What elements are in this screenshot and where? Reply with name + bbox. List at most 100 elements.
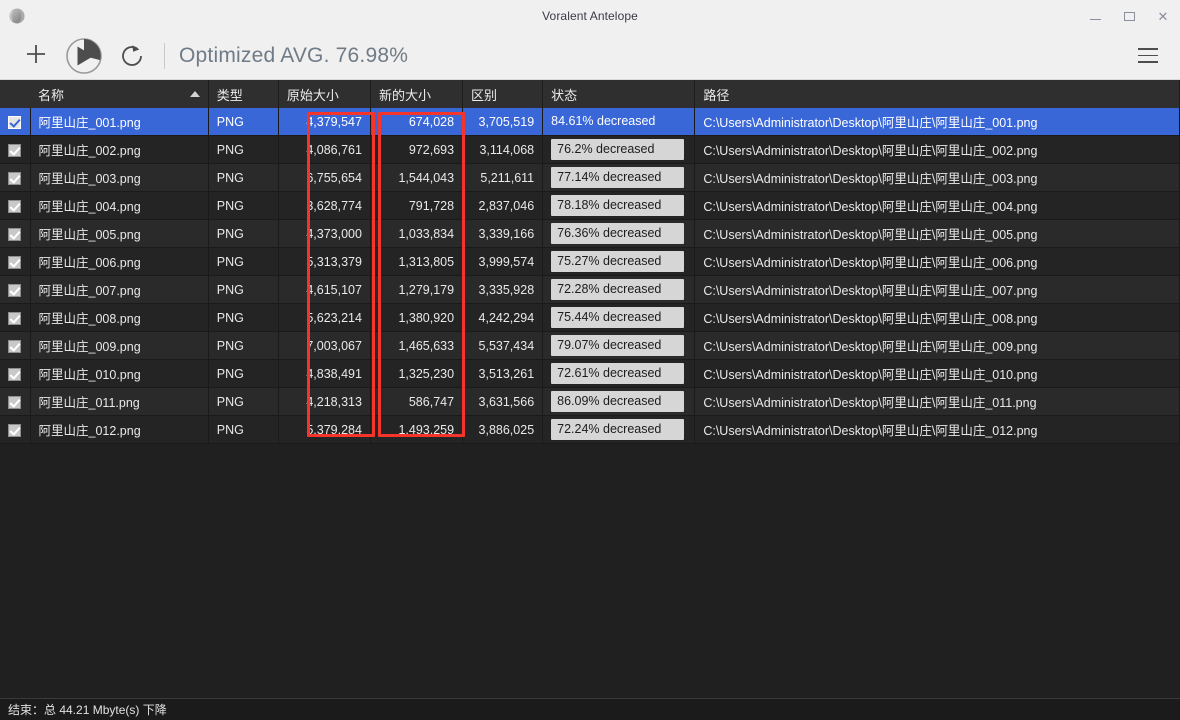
- menu-line-3: [1138, 61, 1158, 63]
- table-row[interactable]: 阿里山庄_002.png PNG 4,086,761 972,693 3,114,068…: [0, 135, 1180, 164]
- cell-new-size: 586,747: [370, 387, 464, 416]
- row-checkbox-cell[interactable]: [0, 275, 31, 304]
- minimize-button[interactable]: [1078, 0, 1112, 32]
- table-row[interactable]: 阿里山庄_001.png PNG 4,379,547 674,028 3,705,519…: [0, 108, 1180, 136]
- row-checkbox[interactable]: [8, 227, 21, 241]
- cell-difference: 2,837,046: [462, 191, 544, 220]
- table-row[interactable]: 阿里山庄_007.png PNG 4,615,107 1,279,179 3,335,9…: [0, 275, 1180, 304]
- cell-original-size: 7,003,067: [278, 331, 371, 360]
- cell-status: 77.14% decreased: [542, 163, 696, 192]
- column-header-new-size[interactable]: 新的大小: [370, 80, 464, 108]
- cell-original-size: 4,373,000: [278, 219, 371, 248]
- cell-name: 阿里山庄_001.png: [30, 108, 209, 136]
- row-checkbox-cell[interactable]: [0, 415, 31, 444]
- column-header-type[interactable]: 类型: [208, 80, 279, 108]
- cell-original-size: 3,628,774: [278, 191, 371, 220]
- table-row[interactable]: 阿里山庄_005.png PNG 4,373,000 1,033,834 3,339,1…: [0, 219, 1180, 248]
- row-checkbox[interactable]: [8, 143, 21, 157]
- toolbar-divider: [164, 42, 165, 69]
- row-checkbox[interactable]: [8, 171, 21, 185]
- table-row[interactable]: 阿里山庄_010.png PNG 4,838,491 1,325,230 3,513,2…: [0, 359, 1180, 388]
- refresh-button[interactable]: [110, 34, 154, 78]
- table-row[interactable]: 阿里山庄_004.png PNG 3,628,774 791,728 2,837,046…: [0, 191, 1180, 220]
- row-checkbox-cell[interactable]: [0, 108, 31, 136]
- cell-new-size: 1,380,920: [370, 303, 464, 332]
- row-checkbox[interactable]: [8, 339, 21, 353]
- row-checkbox-cell[interactable]: [0, 303, 31, 332]
- row-checkbox[interactable]: [8, 283, 21, 297]
- cell-path: C:\Users\Administrator\Desktop\阿里山庄\阿里山庄…: [694, 331, 1180, 360]
- minimize-icon: [1089, 18, 1101, 20]
- cell-new-size: 1,493,259: [370, 415, 464, 444]
- row-checkbox[interactable]: [8, 255, 21, 269]
- row-checkbox[interactable]: [8, 423, 21, 437]
- cell-difference: 3,339,166: [462, 219, 544, 248]
- column-header-path[interactable]: 路径: [694, 80, 1180, 108]
- row-checkbox-cell[interactable]: [0, 135, 31, 164]
- cell-type: PNG: [208, 415, 279, 444]
- cell-path: C:\Users\Administrator\Desktop\阿里山庄\阿里山庄…: [694, 387, 1180, 416]
- cell-path: C:\Users\Administrator\Desktop\阿里山庄\阿里山庄…: [694, 303, 1180, 332]
- maximize-button[interactable]: [1112, 0, 1146, 32]
- cell-name: 阿里山庄_011.png: [30, 387, 209, 416]
- empty-area: [0, 571, 1180, 698]
- close-button[interactable]: ✕: [1146, 0, 1180, 32]
- file-table-container[interactable]: 名称 类型 原始大小 新的大小 区别 状态 路径 阿里山庄_001.png PNG…: [0, 80, 1180, 571]
- table-row[interactable]: 阿里山庄_003.png PNG 6,755,654 1,544,043 5,211,6…: [0, 163, 1180, 192]
- cell-name: 阿里山庄_012.png: [30, 415, 209, 444]
- cell-new-size: 1,544,043: [370, 163, 464, 192]
- row-checkbox-cell[interactable]: [0, 191, 31, 220]
- status-badge: 78.18% decreased: [551, 195, 685, 216]
- row-checkbox[interactable]: [8, 367, 21, 381]
- add-files-button[interactable]: [14, 34, 58, 78]
- cell-type: PNG: [208, 191, 279, 220]
- table-body: 阿里山庄_001.png PNG 4,379,547 674,028 3,705,519…: [0, 108, 1180, 444]
- window-title: Voralent Antelope: [542, 9, 638, 23]
- table-header: 名称 类型 原始大小 新的大小 区别 状态 路径: [0, 80, 1180, 108]
- row-checkbox-cell[interactable]: [0, 331, 31, 360]
- cell-original-size: 4,838,491: [278, 359, 371, 388]
- row-checkbox-cell[interactable]: [0, 387, 31, 416]
- table-row[interactable]: 阿里山庄_006.png PNG 5,313,379 1,313,805 3,999,5…: [0, 247, 1180, 276]
- cell-status: 72.24% decreased: [542, 415, 696, 444]
- row-checkbox[interactable]: [8, 199, 21, 213]
- optimize-run-button[interactable]: [58, 34, 110, 78]
- table-row[interactable]: 阿里山庄_012.png PNG 5,379,284 1,493,259 3,886,0…: [0, 415, 1180, 444]
- cell-new-size: 1,313,805: [370, 247, 464, 276]
- cell-type: PNG: [208, 387, 279, 416]
- cell-name: 阿里山庄_009.png: [30, 331, 209, 360]
- column-header-difference[interactable]: 区别: [462, 80, 544, 108]
- menu-line-2: [1138, 54, 1158, 57]
- table-row[interactable]: 阿里山庄_008.png PNG 5,623,214 1,380,920 4,242,2…: [0, 303, 1180, 332]
- hamburger-menu-icon[interactable]: [1130, 38, 1166, 74]
- column-header-name[interactable]: 名称: [30, 80, 209, 108]
- cell-status: 75.44% decreased: [542, 303, 696, 332]
- column-header-select-all[interactable]: [0, 80, 31, 108]
- cell-status: 72.61% decreased: [542, 359, 696, 388]
- row-checkbox[interactable]: [8, 395, 21, 409]
- row-checkbox[interactable]: [8, 311, 21, 325]
- row-checkbox-cell[interactable]: [0, 219, 31, 248]
- column-header-name-label: 名称: [38, 87, 65, 103]
- table-row[interactable]: 阿里山庄_009.png PNG 7,003,067 1,465,633 5,537,4…: [0, 331, 1180, 360]
- cell-status: 76.2% decreased: [542, 135, 696, 164]
- table-row[interactable]: 阿里山庄_011.png PNG 4,218,313 586,747 3,631,566…: [0, 387, 1180, 416]
- row-checkbox[interactable]: [8, 115, 21, 129]
- cell-type: PNG: [208, 219, 279, 248]
- status-badge: 86.09% decreased: [551, 391, 685, 412]
- row-checkbox-cell[interactable]: [0, 247, 31, 276]
- cell-path: C:\Users\Administrator\Desktop\阿里山庄\阿里山庄…: [694, 163, 1180, 192]
- status-badge: 72.24% decreased: [551, 419, 685, 440]
- cell-difference: 4,242,294: [462, 303, 544, 332]
- row-checkbox-cell[interactable]: [0, 359, 31, 388]
- status-badge: 72.28% decreased: [551, 279, 685, 300]
- column-header-original-size[interactable]: 原始大小: [278, 80, 371, 108]
- row-checkbox-cell[interactable]: [0, 163, 31, 192]
- file-table: 名称 类型 原始大小 新的大小 区别 状态 路径 阿里山庄_001.png PNG…: [0, 80, 1180, 444]
- cell-original-size: 5,623,214: [278, 303, 371, 332]
- cell-original-size: 5,313,379: [278, 247, 371, 276]
- cell-status: 72.28% decreased: [542, 275, 696, 304]
- column-header-status[interactable]: 状态: [542, 80, 696, 108]
- status-badge: 76.36% decreased: [551, 223, 685, 244]
- cell-type: PNG: [208, 331, 279, 360]
